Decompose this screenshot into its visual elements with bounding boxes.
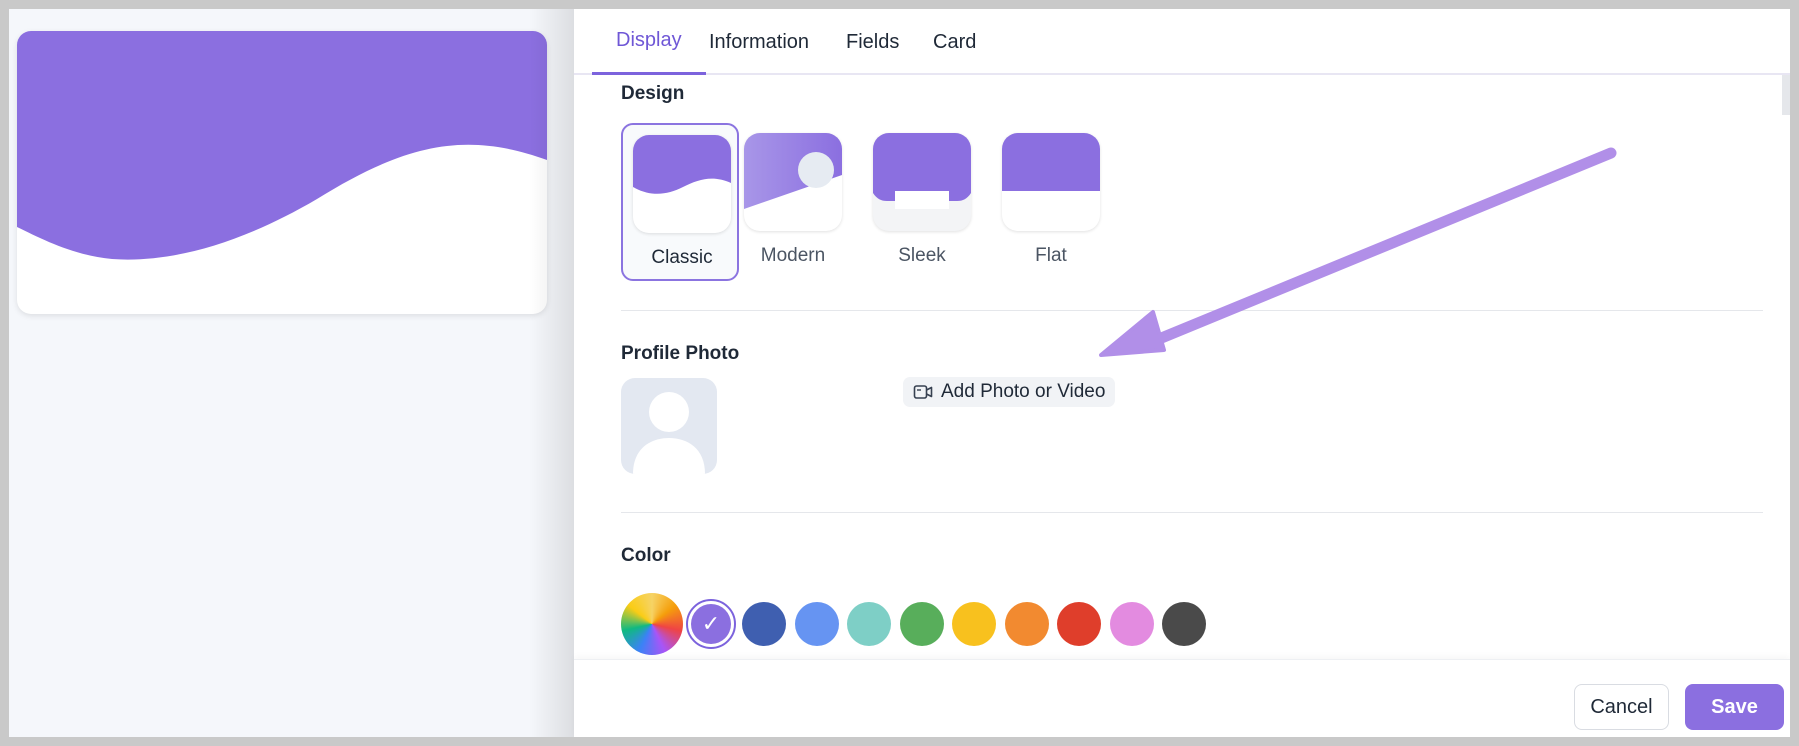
app-frame: Display Information Fields Card Design C… — [9, 9, 1790, 737]
color-swatch-red[interactable] — [1057, 602, 1101, 646]
card-header-wave — [17, 31, 547, 260]
color-swatch-yellow[interactable] — [952, 602, 996, 646]
scrollbar[interactable] — [1782, 75, 1790, 115]
color-swatch-purple[interactable]: ✓ — [686, 599, 736, 649]
pane-shadow — [529, 9, 574, 737]
design-option-modern[interactable]: Modern — [734, 123, 852, 281]
settings-pane: Display Information Fields Card Design C… — [574, 9, 1790, 737]
video-icon — [913, 385, 933, 399]
divider — [621, 512, 1763, 513]
avatar-placeholder[interactable] — [621, 378, 717, 474]
tab-card[interactable]: Card — [909, 9, 1000, 75]
flat-thumbnail — [1002, 133, 1100, 231]
design-option-classic[interactable]: Classic — [621, 123, 739, 281]
classic-thumbnail — [633, 135, 731, 233]
color-swatch-custom[interactable] — [621, 593, 683, 655]
add-photo-button[interactable]: Add Photo or Video — [903, 377, 1116, 407]
preview-pane — [9, 9, 574, 737]
sleek-thumbnail — [873, 133, 971, 231]
color-title: Color — [621, 545, 671, 566]
color-swatch-navy[interactable] — [742, 602, 786, 646]
color-swatch-dark-gray[interactable] — [1162, 602, 1206, 646]
design-label-modern: Modern — [760, 245, 826, 266]
tab-information[interactable]: Information — [685, 9, 833, 75]
modern-thumbnail — [744, 133, 842, 231]
footer-bar: Cancel Save — [574, 659, 1790, 737]
design-label-classic: Classic — [651, 247, 713, 268]
card-preview — [17, 31, 547, 314]
color-swatch-orange[interactable] — [1005, 602, 1049, 646]
color-swatch-pink[interactable] — [1110, 602, 1154, 646]
design-title: Design — [621, 83, 685, 104]
divider — [621, 310, 1763, 311]
design-label-flat: Flat — [1035, 245, 1067, 266]
profile-photo-title: Profile Photo — [621, 343, 740, 364]
design-label-sleek: Sleek — [898, 245, 946, 266]
tab-bar: Display Information Fields Card — [574, 9, 1790, 75]
save-button[interactable]: Save — [1685, 684, 1784, 730]
color-swatch-green[interactable] — [900, 602, 944, 646]
add-photo-label: Add Photo or Video — [941, 381, 1106, 402]
color-swatch-teal[interactable] — [847, 602, 891, 646]
cancel-button[interactable]: Cancel — [1574, 684, 1669, 730]
check-icon: ✓ — [691, 604, 731, 644]
user-icon — [633, 392, 705, 474]
color-swatch-blue[interactable] — [795, 602, 839, 646]
design-option-sleek[interactable]: Sleek — [863, 123, 981, 281]
design-option-flat[interactable]: Flat — [992, 123, 1110, 281]
